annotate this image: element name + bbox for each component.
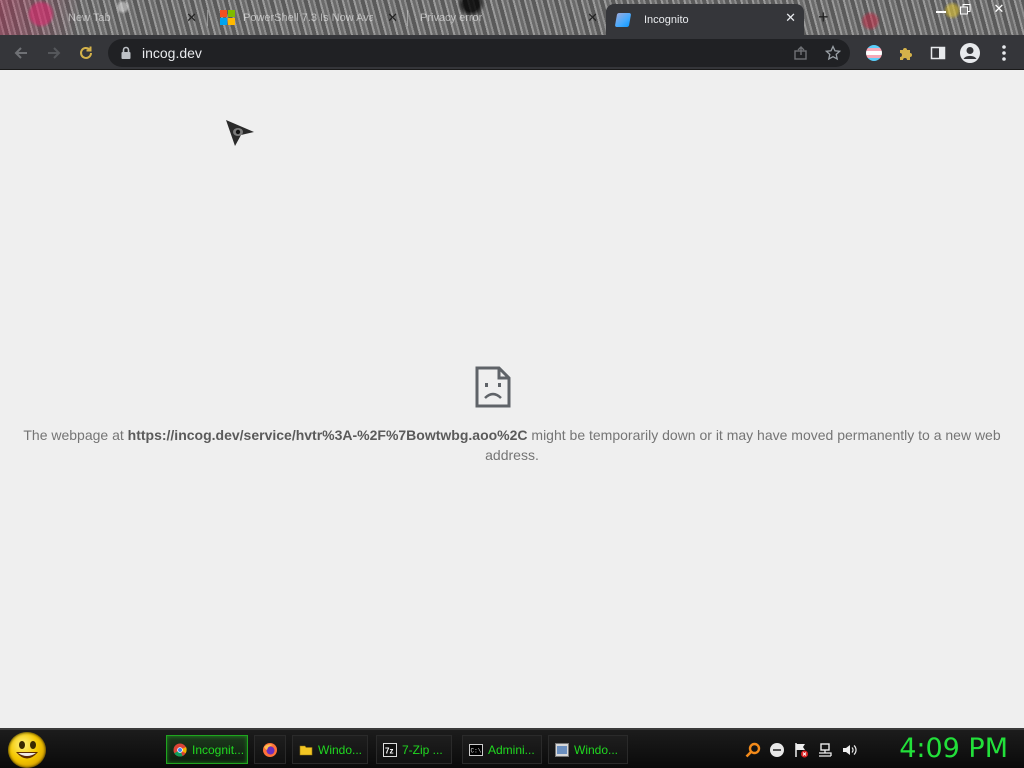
action-center-flag-icon[interactable]	[793, 742, 809, 758]
tab-new-tab[interactable]: New Tab ✕	[0, 4, 205, 31]
lock-icon[interactable]	[118, 45, 134, 61]
forward-button[interactable]	[41, 40, 67, 66]
profile-button[interactable]	[957, 40, 983, 66]
back-button[interactable]	[8, 40, 34, 66]
tab-divider	[207, 10, 208, 26]
taskbar: Incognit... Windo... 7z 7-Zip ... C:\ Ad…	[0, 728, 1024, 768]
taskbar-item-label: Windo...	[574, 742, 619, 757]
browser-toolbar: incog.dev	[0, 35, 1024, 70]
avatar-icon	[960, 43, 980, 63]
taskbar-item-firefox[interactable]	[254, 735, 286, 764]
puzzle-icon	[900, 48, 912, 60]
tab-strip: New Tab ✕ PowerShell 7.3 Is Now Availabl…	[0, 0, 1024, 35]
close-icon[interactable]: ✕	[186, 10, 197, 26]
arrow-left-icon	[14, 47, 27, 59]
emoji-tray-icon[interactable]	[769, 742, 785, 758]
share-icon[interactable]	[793, 45, 809, 61]
start-button[interactable]	[8, 732, 46, 768]
url-text: incog.dev	[142, 45, 202, 61]
tab-title: PowerShell 7.3 Is Now Available	[243, 11, 373, 24]
taskbar-item-label: Admini...	[488, 742, 535, 757]
error-suffix: might be temporarily down or it may have…	[485, 427, 1001, 463]
side-panel-icon	[930, 46, 946, 60]
taskbar-item-window-app[interactable]: Windo...	[548, 735, 628, 764]
taskbar-item-chrome[interactable]: Incognit...	[166, 735, 248, 764]
taskbar-item-label: Windo...	[318, 742, 363, 757]
system-clock[interactable]: 4:09 PM	[899, 733, 1008, 764]
page-content: The webpage at https://incog.dev/service…	[0, 70, 1024, 728]
close-icon[interactable]: ✕	[387, 10, 398, 26]
tab-powershell[interactable]: PowerShell 7.3 Is Now Available ✕	[210, 4, 406, 31]
error-message: The webpage at https://incog.dev/service…	[10, 425, 1014, 465]
flag-extension-icon	[866, 45, 882, 61]
folder-icon	[299, 745, 313, 755]
star-icon[interactable]	[825, 45, 841, 61]
taskbar-item-label: Incognit...	[192, 742, 245, 757]
tab-title: Privacy error	[420, 11, 483, 24]
extensions-button[interactable]	[893, 40, 919, 66]
taskbar-item-7zip[interactable]: 7z 7-Zip ...	[376, 735, 452, 764]
reload-button[interactable]	[73, 40, 99, 66]
restore-icon	[959, 3, 970, 14]
mouse-cursor-icon	[226, 120, 254, 146]
error-url: https://incog.dev/service/hvtr%3A-%2F%7B…	[127, 427, 528, 443]
close-window-button[interactable]: ✕	[986, 0, 1012, 18]
close-icon[interactable]: ✕	[785, 10, 796, 26]
taskbar-item-label: 7-Zip ...	[402, 742, 443, 757]
smiley-start-icon	[16, 741, 38, 759]
more-vertical-icon	[1002, 45, 1006, 61]
extension-flag-button[interactable]	[861, 40, 887, 66]
side-panel-button[interactable]	[925, 40, 951, 66]
taskbar-item-admin-terminal[interactable]: C:\ Admini...	[462, 735, 542, 764]
tab-title: New Tab	[68, 11, 111, 24]
svg-text:7z: 7z	[385, 746, 393, 755]
minimize-icon	[936, 11, 946, 13]
tab-incognito[interactable]: Incognito ✕	[606, 4, 804, 35]
volume-icon[interactable]	[841, 742, 857, 758]
tab-title: Incognito	[644, 13, 689, 26]
svg-text:C:\: C:\	[471, 747, 482, 754]
incognito-icon	[614, 12, 632, 27]
restore-button[interactable]	[952, 0, 978, 18]
7zip-icon: 7z	[383, 742, 397, 757]
error-prefix: The webpage at	[23, 427, 128, 443]
window-app-icon	[555, 742, 569, 757]
reload-icon	[80, 46, 92, 59]
search-icon[interactable]	[745, 742, 761, 758]
microsoft-logo-icon	[220, 10, 235, 25]
chrome-icon	[173, 743, 187, 757]
new-tab-button[interactable]: +	[818, 7, 829, 28]
tab-divider	[407, 10, 408, 26]
menu-button[interactable]	[991, 40, 1017, 66]
arrow-right-icon	[48, 47, 61, 59]
firefox-icon	[263, 742, 277, 757]
close-icon: ✕	[993, 1, 1005, 16]
sad-page-icon	[475, 366, 511, 408]
taskbar-item-explorer[interactable]: Windo...	[292, 735, 368, 764]
tab-privacy-error[interactable]: Privacy error ✕	[410, 4, 606, 31]
close-icon[interactable]: ✕	[587, 10, 598, 26]
network-icon[interactable]	[817, 742, 833, 758]
minimize-button[interactable]	[928, 0, 954, 18]
address-bar[interactable]: incog.dev	[108, 39, 850, 67]
terminal-icon: C:\	[469, 743, 483, 756]
